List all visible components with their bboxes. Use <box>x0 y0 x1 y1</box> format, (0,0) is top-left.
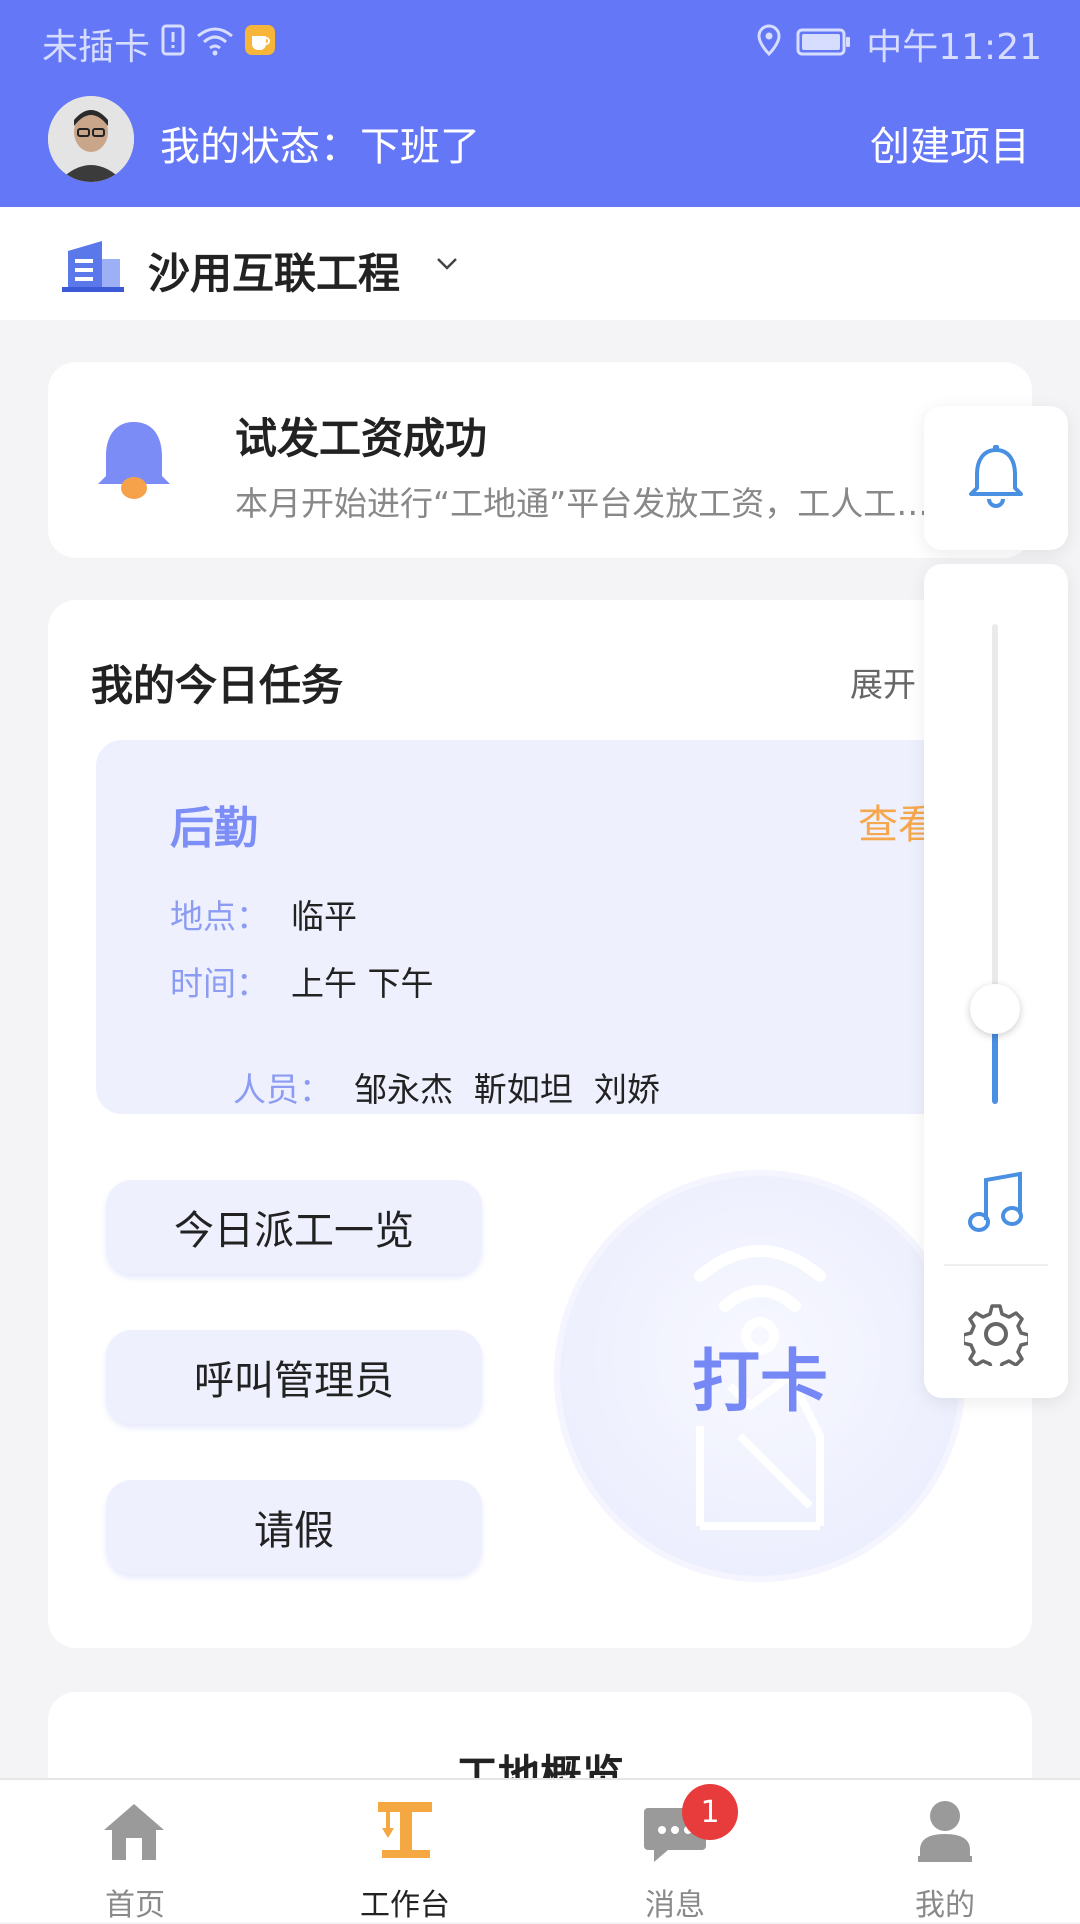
location-label: 地点： <box>170 897 269 936</box>
home-icon <box>100 1800 168 1866</box>
settings-gear-icon[interactable] <box>961 1302 1031 1374</box>
clock-text: 中午11:21 <box>866 27 1042 68</box>
chevron-down-icon <box>436 245 458 278</box>
building-icon <box>62 237 124 297</box>
time-label: 时间： <box>170 964 269 1003</box>
task-item[interactable]: 后勤 查看 地点： 临平 时间： 上午 下午 人员： 邹永杰 靳如坦 刘娇 <box>96 740 986 1114</box>
call-admin-button[interactable]: 呼叫管理员 <box>106 1330 482 1424</box>
punch-label: 打卡 <box>691 1343 828 1422</box>
bell-notice-icon <box>94 418 174 508</box>
tasks-title: 我的今日任务 <box>91 661 344 710</box>
leave-request-button[interactable]: 请假 <box>106 1480 482 1574</box>
nav-home[interactable]: 首页 <box>0 1780 270 1923</box>
avatar[interactable] <box>48 96 134 182</box>
nav-profile[interactable]: 我的 <box>810 1780 1080 1923</box>
nav-profile-label: 我的 <box>915 1888 975 1923</box>
notice-description: 本月开始进行“工地通”平台发放工资，工人工… <box>235 484 930 523</box>
task-role: 后勤 <box>170 803 258 854</box>
location-icon <box>756 23 782 65</box>
profile-icon <box>916 1798 974 1868</box>
work-status-text[interactable]: 我的状态：下班了 <box>160 114 480 172</box>
task-location-row: 地点： 临平 <box>170 890 357 938</box>
nav-workbench-label: 工作台 <box>360 1888 450 1923</box>
panel-divider <box>944 1264 1048 1266</box>
app-header: 我的状态：下班了 创建项目 <box>0 76 1080 207</box>
people-label: 人员： <box>232 1070 332 1109</box>
volume-slider-handle[interactable] <box>970 984 1020 1034</box>
project-selector[interactable]: 沙用互联工程 <box>0 207 1080 320</box>
notice-card[interactable]: 试发工资成功 本月开始进行“工地通”平台发放工资，工人工… 昨天 <box>48 362 1032 558</box>
expand-label: 展开 <box>850 665 916 704</box>
music-note-icon[interactable] <box>966 1170 1026 1238</box>
nav-messages-label: 消息 <box>645 1888 705 1923</box>
message-count-badge: 1 <box>682 1784 738 1840</box>
nav-messages[interactable]: 消息 <box>540 1780 810 1923</box>
floating-control-panel <box>924 564 1068 1398</box>
nav-home-label: 首页 <box>105 1888 165 1923</box>
task-people-row: 人员： 邹永杰 靳如坦 刘娇 <box>170 1024 660 1150</box>
people-value: 邹永杰 靳如坦 刘娇 <box>353 1070 660 1109</box>
location-value: 临平 <box>291 897 357 936</box>
status-left: 未插卡 <box>42 18 276 70</box>
wifi-icon <box>196 24 234 65</box>
task-time-row: 时间： 上午 下午 <box>170 957 434 1005</box>
time-value: 上午 下午 <box>291 964 434 1003</box>
dispatch-overview-button[interactable]: 今日派工一览 <box>106 1180 482 1274</box>
create-project-button[interactable]: 创建项目 <box>870 114 1030 172</box>
sim-alert-icon <box>160 24 186 65</box>
nav-workbench[interactable]: 工作台 <box>270 1780 540 1923</box>
carrier-text: 未插卡 <box>42 27 151 68</box>
status-right: 中午11:21 <box>756 18 1042 70</box>
floating-notification-button[interactable] <box>924 406 1068 550</box>
project-name: 沙用互联工程 <box>148 249 401 298</box>
notice-title: 试发工资成功 <box>235 414 488 463</box>
today-tasks-card: 我的今日任务 展开 后勤 查看 地点： 临平 时间： 上午 下午 人员： 邹永杰 靳如… <box>48 600 1032 1648</box>
crane-icon <box>372 1796 438 1866</box>
punch-in-button[interactable]: 打卡 <box>560 1176 960 1576</box>
status-bar: 未插卡 中午11:21 <box>0 0 1080 76</box>
battery-icon <box>796 24 852 65</box>
bottom-navigation: 首页 工作台 消息 我的 <box>0 1778 1080 1923</box>
app-notification-icon <box>244 24 276 65</box>
bell-icon <box>968 444 1024 512</box>
